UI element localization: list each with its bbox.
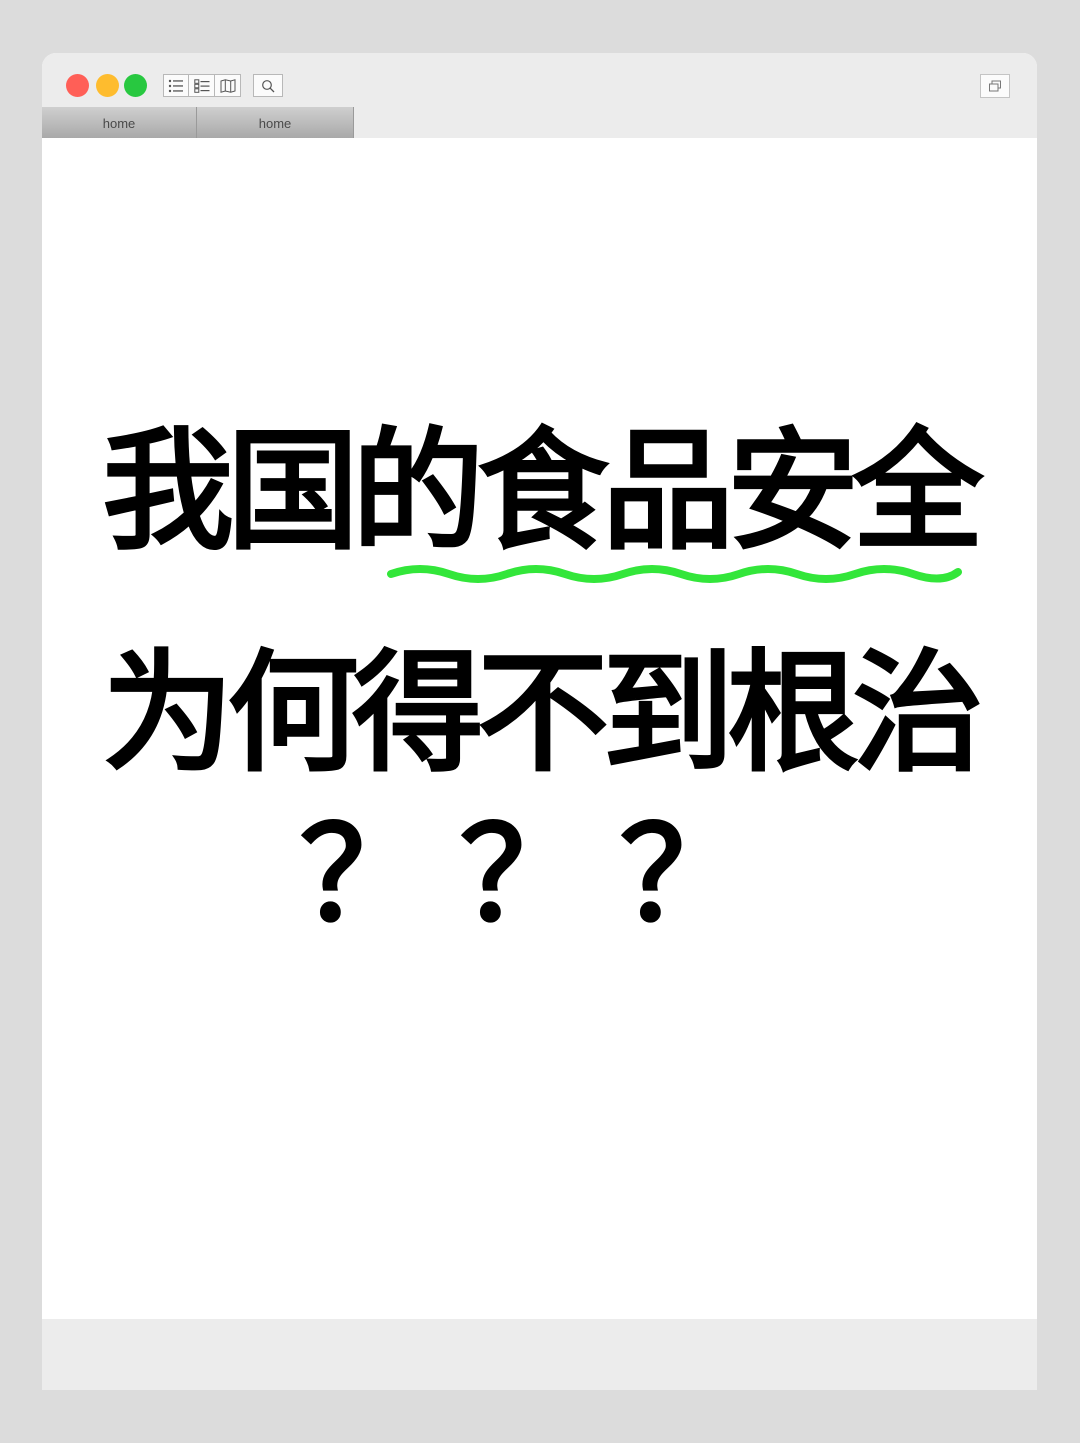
tab-home-1[interactable]: home (42, 107, 197, 138)
headline-line-3: ？？？ (299, 799, 780, 951)
list-icon (168, 79, 183, 92)
search-button[interactable] (253, 74, 283, 97)
headline-line-2: 为何得不到根治 (102, 637, 984, 791)
page-content: 我国的食品安全 为何得不到根治 ？？？ (42, 138, 1037, 1318)
close-button[interactable] (66, 74, 89, 97)
status-bar (42, 1319, 1037, 1390)
checklist-view-button[interactable] (189, 74, 215, 97)
tab-label: home (258, 116, 292, 131)
browser-window: home home 我国的食品安全 为何得不到根治 ？？？ (42, 53, 1037, 1390)
map-view-button[interactable] (215, 74, 241, 97)
minimize-button[interactable] (96, 74, 119, 97)
tab-bar: home home (42, 107, 354, 138)
search-icon (262, 79, 275, 92)
tab-label: home (102, 116, 136, 131)
tab-home-2[interactable]: home (197, 107, 354, 138)
headline-line-1: 我国的食品安全 (102, 415, 984, 569)
wavy-underline (387, 565, 962, 583)
restore-window-button[interactable] (980, 74, 1010, 98)
map-icon (220, 78, 235, 93)
maximize-button[interactable] (124, 74, 147, 97)
restore-window-icon (989, 80, 1001, 91)
checklist-icon (193, 78, 209, 93)
list-view-button[interactable] (163, 74, 189, 97)
view-toolbar (163, 74, 241, 97)
title-bar: home home (42, 53, 1037, 138)
